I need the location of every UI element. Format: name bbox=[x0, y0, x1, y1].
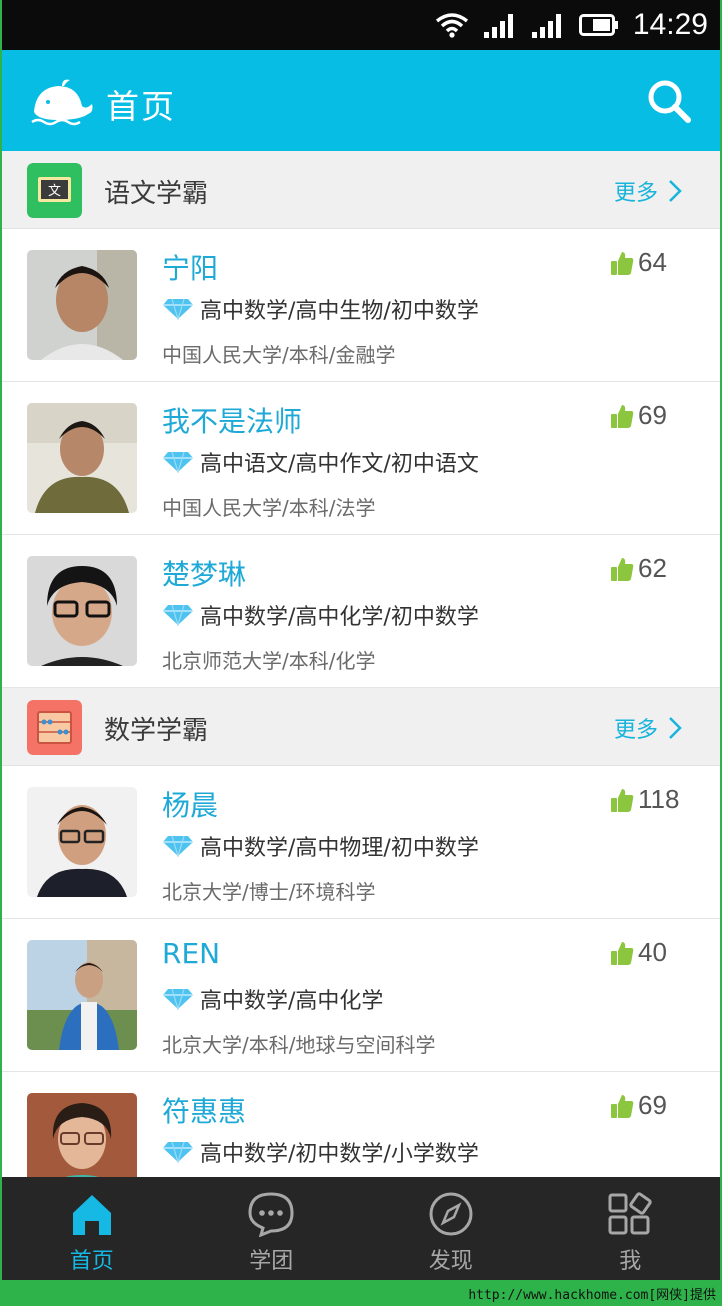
more-button[interactable]: 更多 bbox=[614, 175, 682, 207]
avatar bbox=[27, 940, 137, 1050]
section-title: 语文学霸 bbox=[104, 179, 209, 209]
nav-label: 我 bbox=[619, 1249, 642, 1274]
thumbs-up-icon bbox=[611, 788, 634, 812]
section-header-chinese: 文 语文学霸 更多 bbox=[2, 151, 720, 229]
more-label: 更多 bbox=[613, 718, 658, 743]
user-name[interactable]: REN bbox=[162, 937, 220, 970]
like-number: 64 bbox=[638, 247, 667, 277]
page-title: 首页 bbox=[106, 87, 176, 126]
more-label: 更多 bbox=[613, 181, 658, 206]
grid-icon bbox=[608, 1192, 652, 1235]
diamond-icon bbox=[163, 604, 193, 626]
list-item[interactable]: 宁阳 高中数学/高中生物/初中数学 中国人民大学/本科/金融学 64 bbox=[2, 229, 720, 382]
list-item[interactable]: 符惠惠 高中数学/初中数学/小学数学 69 bbox=[2, 1072, 720, 1177]
section-icon-char: 文 bbox=[48, 184, 61, 199]
thumbs-up-icon bbox=[611, 941, 634, 965]
like-number: 118 bbox=[638, 784, 680, 814]
list-item[interactable]: REN 高中数学/高中化学 北京大学/本科/地球与空间科学 40 bbox=[2, 919, 720, 1072]
nav-tab-discover[interactable]: 发现 bbox=[361, 1177, 541, 1280]
nav-label: 发现 bbox=[428, 1249, 473, 1274]
user-subjects: 高中数学/初中数学/小学数学 bbox=[162, 1136, 479, 1168]
diamond-icon bbox=[163, 835, 193, 857]
thumbs-up-icon bbox=[611, 251, 634, 275]
status-bar: 14:29 bbox=[2, 0, 720, 50]
more-button[interactable]: 更多 bbox=[614, 712, 682, 744]
nav-tab-home[interactable]: 首页 bbox=[2, 1177, 182, 1280]
watermark-text: http://www.hackhome.com[网侠]提供 bbox=[468, 1288, 716, 1303]
status-indicators: 14:29 bbox=[435, 0, 708, 50]
user-name[interactable]: 我不是法师 bbox=[162, 400, 302, 440]
chevron-right-icon bbox=[669, 717, 682, 739]
avatar bbox=[27, 250, 137, 360]
diamond-icon bbox=[163, 988, 193, 1010]
whale-logo-icon bbox=[31, 79, 93, 126]
content-list: 文 语文学霸 更多 宁阳 高中数学/高中生物/初中数学 中国人民大学/本科/金融… bbox=[2, 151, 720, 1177]
diamond-icon bbox=[163, 298, 193, 320]
wifi-icon bbox=[435, 13, 469, 38]
bottom-nav: 首页 学团 发现 我 bbox=[2, 1177, 720, 1280]
avatar bbox=[27, 787, 137, 897]
nav-label: 学团 bbox=[249, 1249, 294, 1274]
abacus-icon bbox=[27, 700, 82, 755]
subjects-text: 高中数学/高中化学/初中数学 bbox=[200, 605, 479, 630]
chat-bubble-icon bbox=[248, 1192, 294, 1237]
home-icon bbox=[72, 1195, 111, 1235]
user-subjects: 高中语文/高中作文/初中语文 bbox=[162, 446, 479, 478]
user-name[interactable]: 宁阳 bbox=[162, 247, 218, 287]
status-time: 14:29 bbox=[632, 8, 708, 41]
like-count[interactable]: 118 bbox=[610, 784, 679, 815]
nav-label: 首页 bbox=[69, 1249, 114, 1274]
chevron-right-icon bbox=[669, 180, 682, 202]
app-header: 首页 bbox=[2, 50, 720, 151]
signal-icon-2 bbox=[531, 14, 561, 38]
thumbs-up-icon bbox=[611, 404, 634, 428]
avatar bbox=[27, 403, 137, 513]
avatar bbox=[27, 556, 137, 666]
like-count[interactable]: 64 bbox=[610, 247, 667, 278]
chinese-section-icon: 文 bbox=[27, 163, 82, 218]
like-number: 69 bbox=[638, 1090, 667, 1120]
thumbs-up-icon bbox=[611, 557, 634, 581]
user-name[interactable]: 杨晨 bbox=[162, 784, 218, 824]
search-icon[interactable] bbox=[646, 78, 692, 124]
subjects-text: 高中语文/高中作文/初中语文 bbox=[200, 452, 479, 477]
like-count[interactable]: 62 bbox=[610, 553, 667, 584]
list-item[interactable]: 我不是法师 高中语文/高中作文/初中语文 中国人民大学/本科/法学 69 bbox=[2, 382, 720, 535]
like-number: 62 bbox=[638, 553, 667, 583]
like-count[interactable]: 40 bbox=[610, 937, 667, 968]
battery-icon bbox=[578, 14, 618, 36]
list-item[interactable]: 杨晨 高中数学/高中物理/初中数学 北京大学/博士/环境科学 118 bbox=[2, 766, 720, 919]
subjects-text: 高中数学/高中化学 bbox=[200, 989, 384, 1014]
section-title: 数学学霸 bbox=[104, 716, 209, 746]
subjects-text: 高中数学/初中数学/小学数学 bbox=[200, 1142, 479, 1167]
section-header-math: 数学学霸 更多 bbox=[2, 688, 720, 766]
user-school: 北京师范大学/本科/化学 bbox=[162, 649, 376, 673]
user-school: 中国人民大学/本科/法学 bbox=[162, 496, 376, 520]
user-school: 北京大学/博士/环境科学 bbox=[162, 880, 376, 904]
user-name[interactable]: 符惠惠 bbox=[162, 1090, 246, 1130]
app-frame: 14:29 首页 文 语文学霸 更多 宁阳 高中数学/高中生物/初中数学 中国人… bbox=[2, 0, 720, 1280]
like-number: 69 bbox=[638, 400, 667, 430]
user-subjects: 高中数学/高中化学/初中数学 bbox=[162, 599, 479, 631]
thumbs-up-icon bbox=[611, 1094, 634, 1118]
like-number: 40 bbox=[638, 937, 667, 967]
like-count[interactable]: 69 bbox=[610, 1090, 667, 1121]
avatar bbox=[27, 1093, 137, 1177]
user-school: 中国人民大学/本科/金融学 bbox=[162, 343, 396, 367]
subjects-text: 高中数学/高中物理/初中数学 bbox=[200, 836, 479, 861]
user-subjects: 高中数学/高中物理/初中数学 bbox=[162, 830, 479, 862]
diamond-icon bbox=[163, 1141, 193, 1163]
user-name[interactable]: 楚梦琳 bbox=[162, 553, 246, 593]
user-subjects: 高中数学/高中化学 bbox=[162, 983, 383, 1015]
signal-icon-1 bbox=[483, 14, 513, 38]
diamond-icon bbox=[163, 451, 193, 473]
user-school: 北京大学/本科/地球与空间科学 bbox=[162, 1033, 436, 1057]
compass-icon bbox=[429, 1192, 473, 1236]
nav-tab-me[interactable]: 我 bbox=[541, 1177, 721, 1280]
list-item[interactable]: 楚梦琳 高中数学/高中化学/初中数学 北京师范大学/本科/化学 62 bbox=[2, 535, 720, 688]
user-subjects: 高中数学/高中生物/初中数学 bbox=[162, 293, 479, 325]
nav-tab-group[interactable]: 学团 bbox=[182, 1177, 362, 1280]
like-count[interactable]: 69 bbox=[610, 400, 667, 431]
subjects-text: 高中数学/高中生物/初中数学 bbox=[200, 299, 479, 324]
